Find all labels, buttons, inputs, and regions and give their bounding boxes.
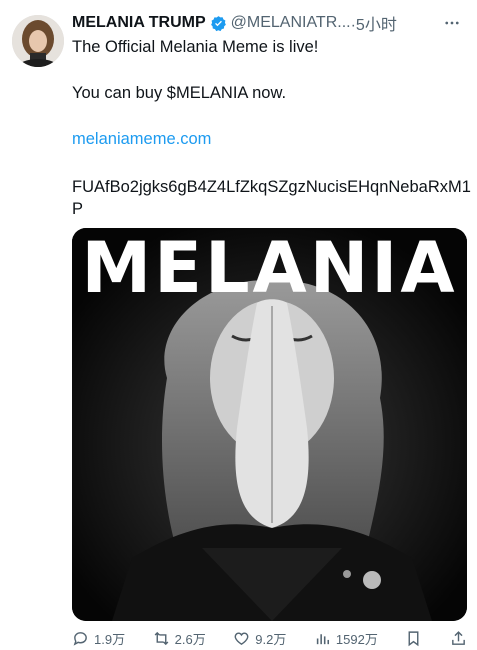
like-button[interactable]: 9.2万	[233, 629, 286, 648]
tweet-actions: 1.9万 2.6万 9.2万 1592万	[72, 628, 467, 648]
retweet-icon	[154, 631, 169, 645]
views-count: 1592万	[335, 631, 378, 647]
views-button[interactable]: 1592万	[314, 629, 378, 648]
like-count: 9.2万	[255, 631, 287, 647]
display-name[interactable]: MELANIA TRUMP	[72, 14, 206, 32]
reply-button[interactable]: 1.9万	[72, 629, 125, 648]
retweet-count: 2.6万	[174, 631, 206, 647]
token-address: FUAfBo2jgks6gB4Z4LfZkqSZgzNucisEHqnNebaR…	[72, 178, 471, 218]
bookmark-button[interactable]	[405, 630, 422, 647]
tweet-media-image[interactable]: MELANIA	[72, 228, 467, 621]
tweet-link[interactable]: melaniameme.com	[72, 128, 463, 150]
user-handle[interactable]: @MELANIATR...	[231, 14, 351, 32]
share-button[interactable]	[450, 630, 467, 647]
avatar[interactable]	[12, 15, 64, 67]
reply-icon	[73, 631, 87, 646]
views-icon	[316, 633, 329, 644]
tweet-text-line-1: The Official Melania Meme is live!	[72, 38, 319, 56]
verified-badge-icon	[210, 15, 227, 32]
heart-icon	[234, 631, 249, 645]
bookmark-icon	[408, 630, 419, 646]
retweet-button[interactable]: 2.6万	[153, 629, 206, 648]
reply-count: 1.9万	[94, 631, 126, 647]
tweet-header: MELANIA TRUMP @MELANIATR... ·5小时	[72, 12, 463, 34]
more-icon[interactable]	[441, 12, 463, 34]
timestamp[interactable]: ·5小时	[351, 11, 397, 35]
share-icon	[452, 630, 465, 645]
tweet-text-line-2: You can buy $MELANIA now.	[72, 84, 287, 102]
avatar-image	[12, 15, 64, 67]
media-title: MELANIA	[81, 228, 458, 309]
